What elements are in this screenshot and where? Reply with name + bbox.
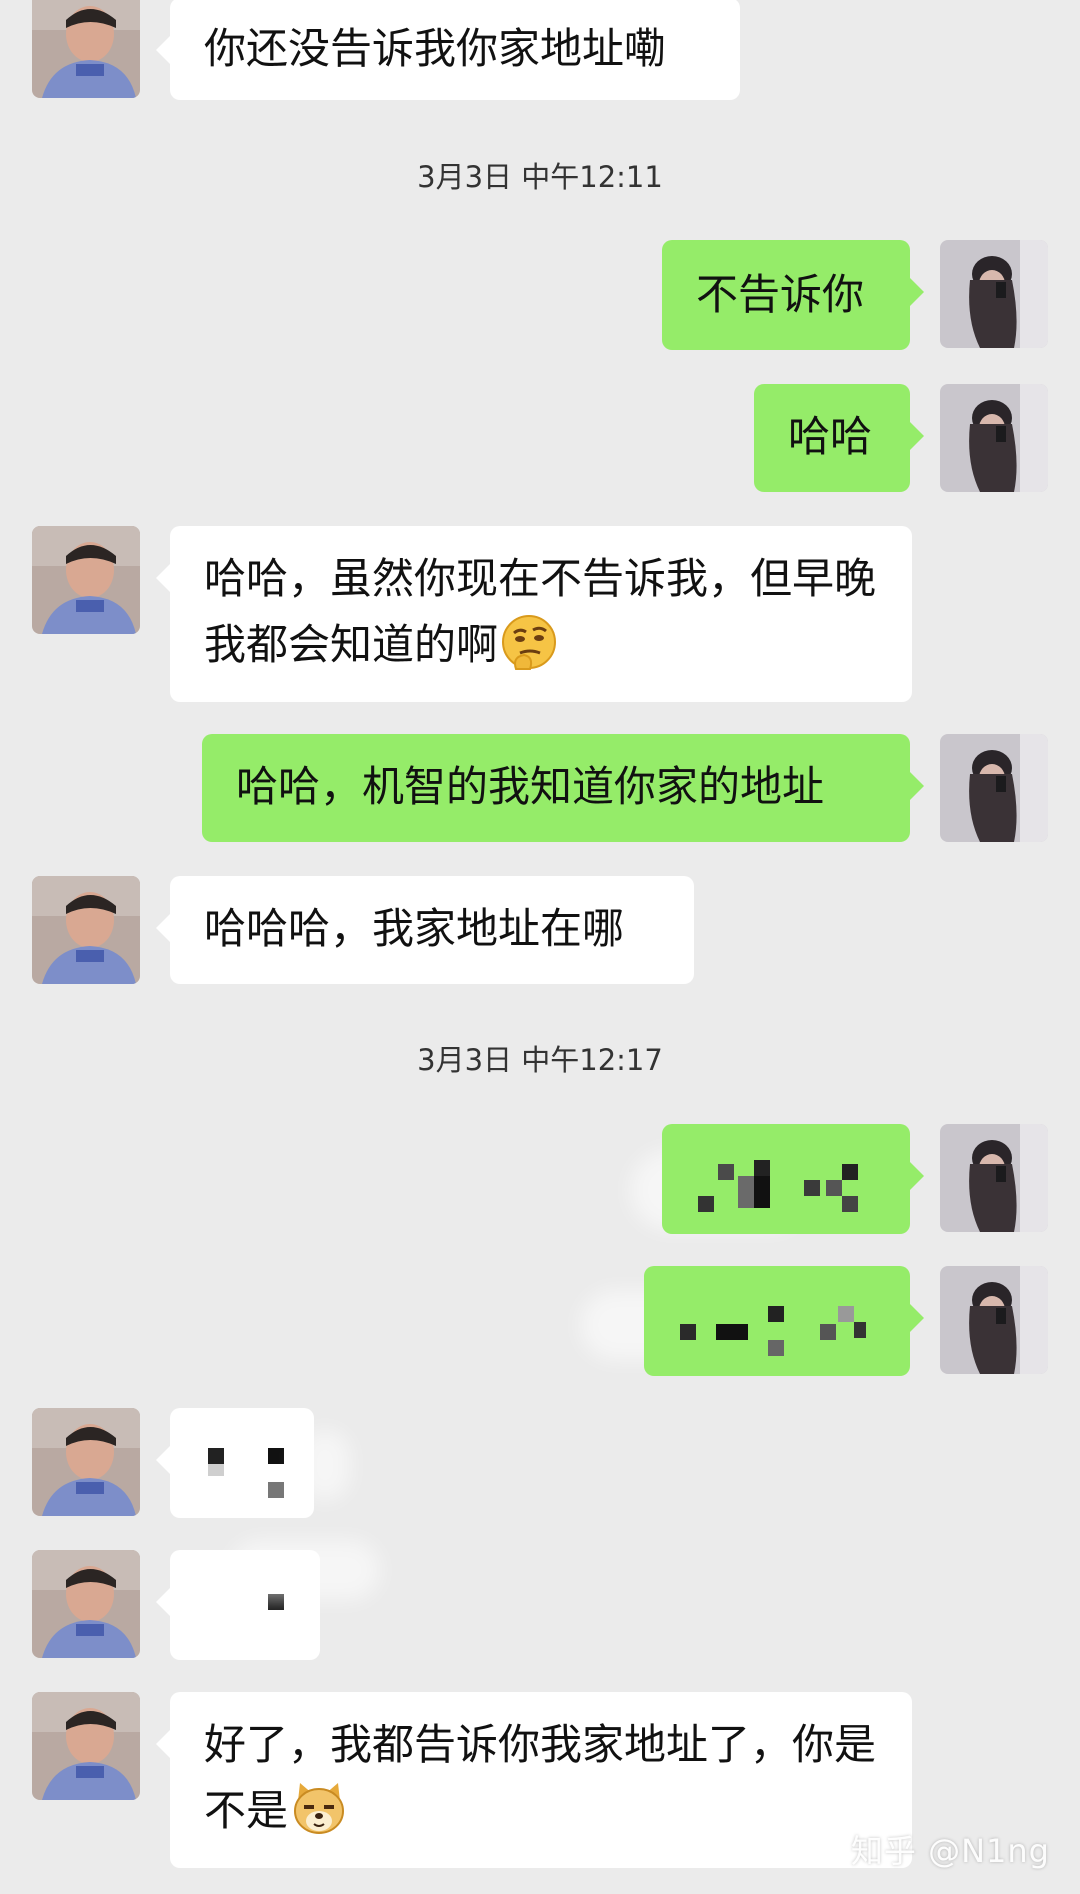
blur-smudge [300, 1430, 350, 1500]
pixelated-text [208, 1448, 284, 1498]
message-text: 哈哈 [788, 412, 873, 461]
doge-emoji [290, 1779, 348, 1837]
message-bubble[interactable]: 哈哈，虽然你现在不告诉我，但早晚我都会知道的啊 [156, 526, 912, 702]
message-text: 哈哈，机智的我知道你家的地址 [236, 762, 825, 811]
message-bubble[interactable]: 哈哈哈，我家地址在哪 [156, 876, 694, 984]
contact-avatar[interactable] [32, 0, 140, 98]
message-bubble[interactable]: 你还没告诉我你家地址嘞 [156, 0, 740, 100]
chat-window: 你还没告诉我你家地址嘞 3月3日 中午12:11 不告诉你 哈哈 哈哈，虽然你现… [0, 0, 1080, 1894]
message-timestamp: 3月3日 中午12:17 [417, 1043, 663, 1077]
thinking-face-emoji [500, 613, 558, 671]
blur-smudge [230, 1540, 380, 1600]
message-bubble[interactable]: 哈哈，机智的我知道你家的地址 [202, 734, 924, 842]
message-bubble[interactable]: 不告诉你 [662, 240, 924, 350]
watermark: 知乎 @N1ng [850, 1832, 1050, 1870]
message-text: 你还没告诉我你家地址嘞 [204, 24, 667, 73]
contact-avatar[interactable] [32, 1692, 140, 1800]
user-avatar[interactable] [940, 1124, 1048, 1232]
user-avatar[interactable] [940, 240, 1048, 348]
message-text: 不告诉你 [696, 270, 865, 319]
user-avatar[interactable] [940, 384, 1048, 492]
pixelated-text [680, 1306, 866, 1356]
pixelated-text [698, 1160, 858, 1212]
message-bubble[interactable]: 好了，我都告诉你我家地址了，你是不是 [156, 1692, 912, 1868]
contact-avatar[interactable] [32, 876, 140, 984]
message-bubble-redacted[interactable] [644, 1266, 924, 1376]
message-bubble-redacted[interactable] [662, 1124, 924, 1234]
user-avatar[interactable] [940, 734, 1048, 842]
contact-avatar[interactable] [32, 526, 140, 634]
contact-avatar[interactable] [32, 1550, 140, 1658]
contact-avatar[interactable] [32, 1408, 140, 1516]
message-bubble[interactable]: 哈哈 [754, 384, 924, 492]
message-bubble-redacted[interactable] [156, 1408, 314, 1518]
message-text: 哈哈哈，我家地址在哪 [204, 904, 625, 953]
message-timestamp: 3月3日 中午12:11 [417, 160, 663, 194]
user-avatar[interactable] [940, 1266, 1048, 1374]
